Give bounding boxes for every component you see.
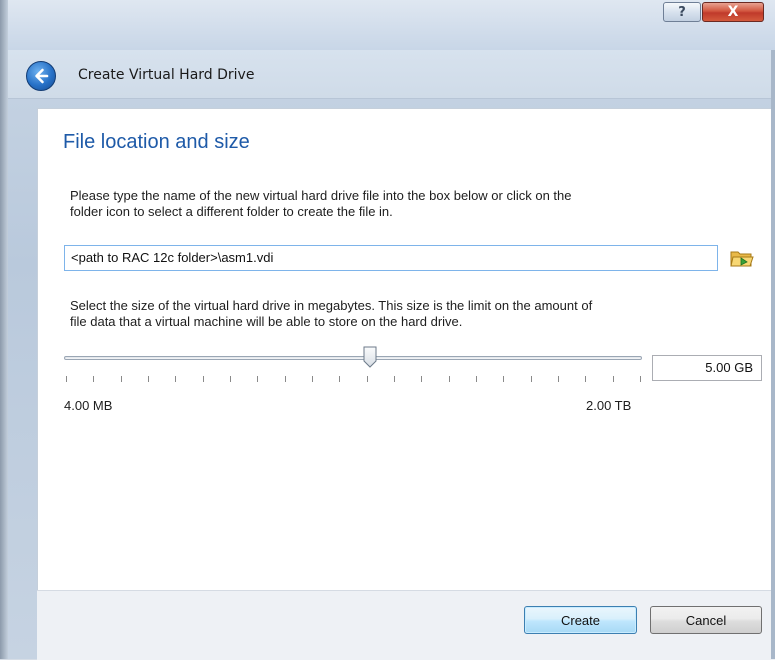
title-bar[interactable]	[8, 0, 775, 50]
slider-tick	[476, 376, 477, 382]
location-description-line1: Please type the name of the new virtual …	[70, 188, 572, 203]
location-description-line2: folder icon to select a different folder…	[70, 204, 393, 219]
size-description-line1: Select the size of the virtual hard driv…	[70, 298, 593, 313]
close-icon: X	[727, 4, 739, 20]
slider-min-label: 4.00 MB	[64, 398, 113, 413]
slider-tick	[203, 376, 204, 382]
page-heading: File location and size	[63, 131, 250, 153]
size-slider-thumb[interactable]	[363, 346, 377, 368]
close-button[interactable]: X	[702, 2, 764, 22]
folder-open-icon	[730, 251, 754, 267]
slider-tick	[175, 376, 176, 382]
slider-tick	[558, 376, 559, 382]
create-button[interactable]: Create	[524, 606, 637, 634]
help-button[interactable]: ?	[663, 2, 701, 22]
slider-tick	[585, 376, 586, 382]
back-button[interactable]	[26, 61, 56, 91]
file-path-input[interactable]: <path to RAC 12c folder>\asm1.vdi	[64, 245, 718, 271]
slider-tick	[503, 376, 504, 382]
cancel-button[interactable]: Cancel	[650, 606, 762, 634]
size-slider-track[interactable]	[64, 356, 642, 360]
dialog-title: Create Virtual Hard Drive	[78, 67, 255, 83]
slider-tick	[257, 376, 258, 382]
frame-right-edge	[771, 50, 775, 659]
slider-tick	[367, 376, 368, 382]
slider-tick	[421, 376, 422, 382]
size-input[interactable]: 5.00 GB	[652, 355, 762, 381]
slider-tick	[613, 376, 614, 382]
frame-edge	[0, 0, 8, 659]
slider-tick	[394, 376, 395, 382]
back-arrow-icon	[35, 68, 49, 84]
slider-tick	[93, 376, 94, 382]
slider-tick	[449, 376, 450, 382]
slider-tick	[285, 376, 286, 382]
size-description-line2: file data that a virtual machine will be…	[70, 314, 463, 329]
slider-tick	[339, 376, 340, 382]
content-panel	[37, 108, 775, 591]
slider-tick	[121, 376, 122, 382]
choose-folder-button[interactable]	[729, 247, 755, 269]
help-icon: ?	[678, 4, 686, 20]
slider-tick	[66, 376, 67, 382]
slider-tick	[230, 376, 231, 382]
slider-max-label: 2.00 TB	[586, 398, 632, 413]
slider-tick	[531, 376, 532, 382]
slider-handle-icon	[363, 346, 377, 368]
slider-tick	[640, 376, 641, 382]
slider-tick	[148, 376, 149, 382]
slider-tick	[312, 376, 313, 382]
